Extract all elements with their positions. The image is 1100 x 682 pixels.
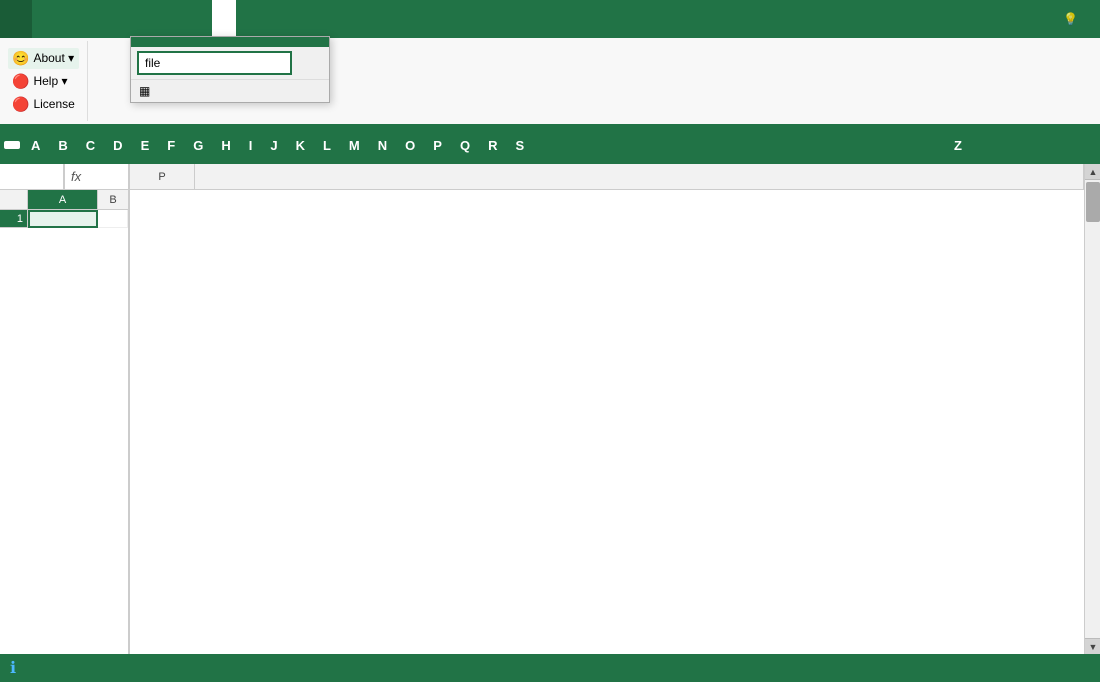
menu-formulas[interactable] — [92, 0, 112, 38]
formula-bar: fx — [0, 164, 128, 190]
icons-grid — [130, 190, 1084, 654]
alpha-btn-o[interactable]: O — [397, 134, 423, 157]
alpha-btn-q[interactable]: Q — [452, 134, 478, 157]
icons-col-empty — [195, 164, 1084, 189]
menu-rc[interactable] — [172, 0, 192, 38]
alpha-btn-f[interactable]: F — [159, 134, 183, 157]
alpha-btn-p[interactable]: P — [425, 134, 450, 157]
license-button[interactable]: 🔴 License — [8, 94, 79, 115]
alpha-btn-j[interactable]: J — [262, 134, 285, 157]
alpha-btn-c[interactable]: C — [78, 134, 103, 157]
alpha-btn-s[interactable]: S — [507, 134, 532, 157]
menu-page-layout[interactable] — [72, 0, 92, 38]
alpha-btn-d[interactable]: D — [105, 134, 130, 157]
vertical-scrollbar: ▲ ▼ — [1084, 164, 1100, 654]
alpha-btn-e[interactable]: E — [133, 134, 158, 157]
menu-insert[interactable] — [52, 0, 72, 38]
menu-review[interactable] — [132, 0, 152, 38]
alpha-btn-b[interactable]: B — [50, 134, 75, 157]
icons-panel: P — [130, 164, 1084, 654]
spreadsheet-panel: fx A B 1 — [0, 164, 130, 654]
formula-fx: fx — [65, 169, 87, 184]
search-icons-header — [131, 37, 329, 47]
about-group: 😊 About ▾ 🔴 Help ▾ 🔴 License — [8, 41, 88, 121]
icons-col-p[interactable]: P — [130, 164, 195, 189]
spreadsheet-rows: 1 — [0, 210, 128, 654]
menu-home[interactable] — [32, 0, 52, 38]
alphabet-bar: A B C D E F G H I J K L M N O P Q R S Z — [0, 126, 1100, 164]
row-1: 1 — [0, 210, 128, 228]
icons-col-headers: P — [130, 164, 1084, 190]
alpha-btn-z[interactable]: Z — [946, 134, 970, 157]
scroll-thumb[interactable] — [1086, 182, 1100, 222]
help-icon: 🔴 — [12, 73, 29, 90]
cell-b1[interactable] — [98, 210, 128, 228]
help-button[interactable]: 🔴 Help ▾ — [8, 71, 79, 92]
col-headers: A B — [0, 190, 128, 210]
alpha-btn-l[interactable]: L — [315, 134, 339, 157]
status-bar: ℹ — [0, 654, 1100, 682]
main-content: fx A B 1 P ▲ — [0, 164, 1100, 654]
alpha-btn-i[interactable]: I — [241, 134, 261, 157]
alpha-btn-a[interactable]: A — [23, 134, 48, 157]
corner-cell — [0, 190, 28, 209]
alpha-btn-k[interactable]: K — [288, 134, 313, 157]
filter-icon: ▦ — [139, 84, 150, 98]
file-menu[interactable] — [0, 0, 32, 38]
alpha-btn-h[interactable]: H — [213, 134, 238, 157]
menu-items — [32, 0, 236, 38]
search-input-row — [131, 47, 329, 79]
bulb-icon: 💡 — [1063, 12, 1078, 26]
results-button[interactable]: ▦ — [139, 84, 154, 98]
row-num-1: 1 — [0, 210, 28, 228]
alpha-btn-09[interactable] — [4, 141, 20, 149]
cell-a1[interactable] — [28, 210, 98, 228]
alpha-btn-n[interactable]: N — [370, 134, 395, 157]
search-input[interactable] — [137, 51, 292, 75]
menu-bar: 💡 — [0, 0, 1100, 38]
results-row: ▦ — [131, 79, 329, 102]
menu-developer[interactable] — [192, 0, 212, 38]
menu-imagemso[interactable] — [212, 0, 236, 38]
scroll-up-btn[interactable]: ▲ — [1085, 164, 1100, 180]
alpha-btn-r[interactable]: R — [480, 134, 505, 157]
name-box[interactable] — [0, 164, 65, 189]
ribbon-area: 😊 About ▾ 🔴 Help ▾ 🔴 License ▦ — [0, 38, 1100, 126]
col-header-a[interactable]: A — [28, 190, 98, 209]
alpha-btn-g[interactable]: G — [185, 134, 211, 157]
menu-search-area[interactable]: 💡 — [1047, 0, 1100, 38]
about-button[interactable]: 😊 About ▾ — [8, 48, 79, 69]
alpha-btn-m[interactable]: M — [341, 134, 368, 157]
license-icon: 🔴 — [12, 96, 29, 113]
col-header-b[interactable]: B — [98, 190, 128, 209]
smiley-icon: 😊 — [12, 50, 29, 67]
info-icon: ℹ — [10, 658, 16, 678]
menu-data[interactable] — [112, 0, 132, 38]
menu-view[interactable] — [152, 0, 172, 38]
scroll-down-btn[interactable]: ▼ — [1085, 638, 1100, 654]
search-icons-panel: ▦ — [130, 36, 330, 103]
